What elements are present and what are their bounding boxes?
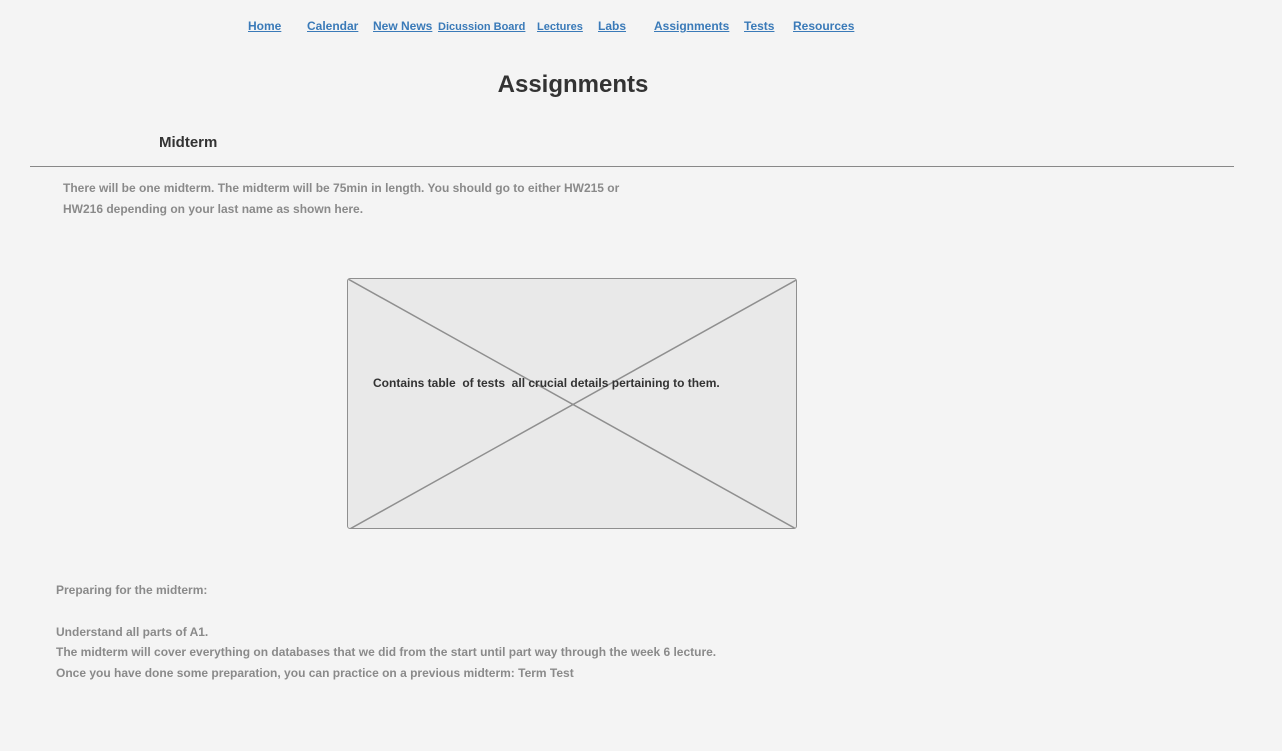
page-title: Assignments	[497, 71, 649, 98]
nav-link-resources[interactable]: Resources	[793, 19, 854, 33]
nav-link-calendar[interactable]: Calendar	[307, 19, 358, 33]
nav-link-labs[interactable]: Labs	[598, 19, 626, 33]
nav-link-tests[interactable]: Tests	[744, 19, 774, 33]
placeholder-cross-icon	[348, 279, 796, 528]
prep-heading: Preparing for the midterm:	[56, 583, 208, 597]
prep-line-2: The midterm will cover everything on dat…	[56, 645, 717, 659]
nav-link-discussion-board[interactable]: Dicussion Board	[438, 21, 525, 33]
section-heading-midterm: Midterm	[159, 134, 218, 151]
nav-link-lectures[interactable]: Lectures	[537, 21, 583, 33]
section-divider	[30, 166, 1234, 167]
image-placeholder-caption: Contains table of tests all crucial deta…	[373, 376, 720, 390]
prep-line-3: Once you have done some preparation, you…	[56, 666, 574, 680]
midterm-intro-text: There will be one midterm. The midterm w…	[63, 181, 620, 216]
prep-line-1: Understand all parts of A1.	[56, 625, 209, 639]
page: Home Calendar New News Dicussion Board L…	[0, 0, 1282, 751]
nav-link-new-news[interactable]: New News	[373, 19, 432, 33]
image-placeholder: Contains table of tests all crucial deta…	[347, 278, 797, 529]
nav-link-assignments[interactable]: Assignments	[654, 19, 729, 33]
nav-link-home[interactable]: Home	[248, 19, 281, 33]
